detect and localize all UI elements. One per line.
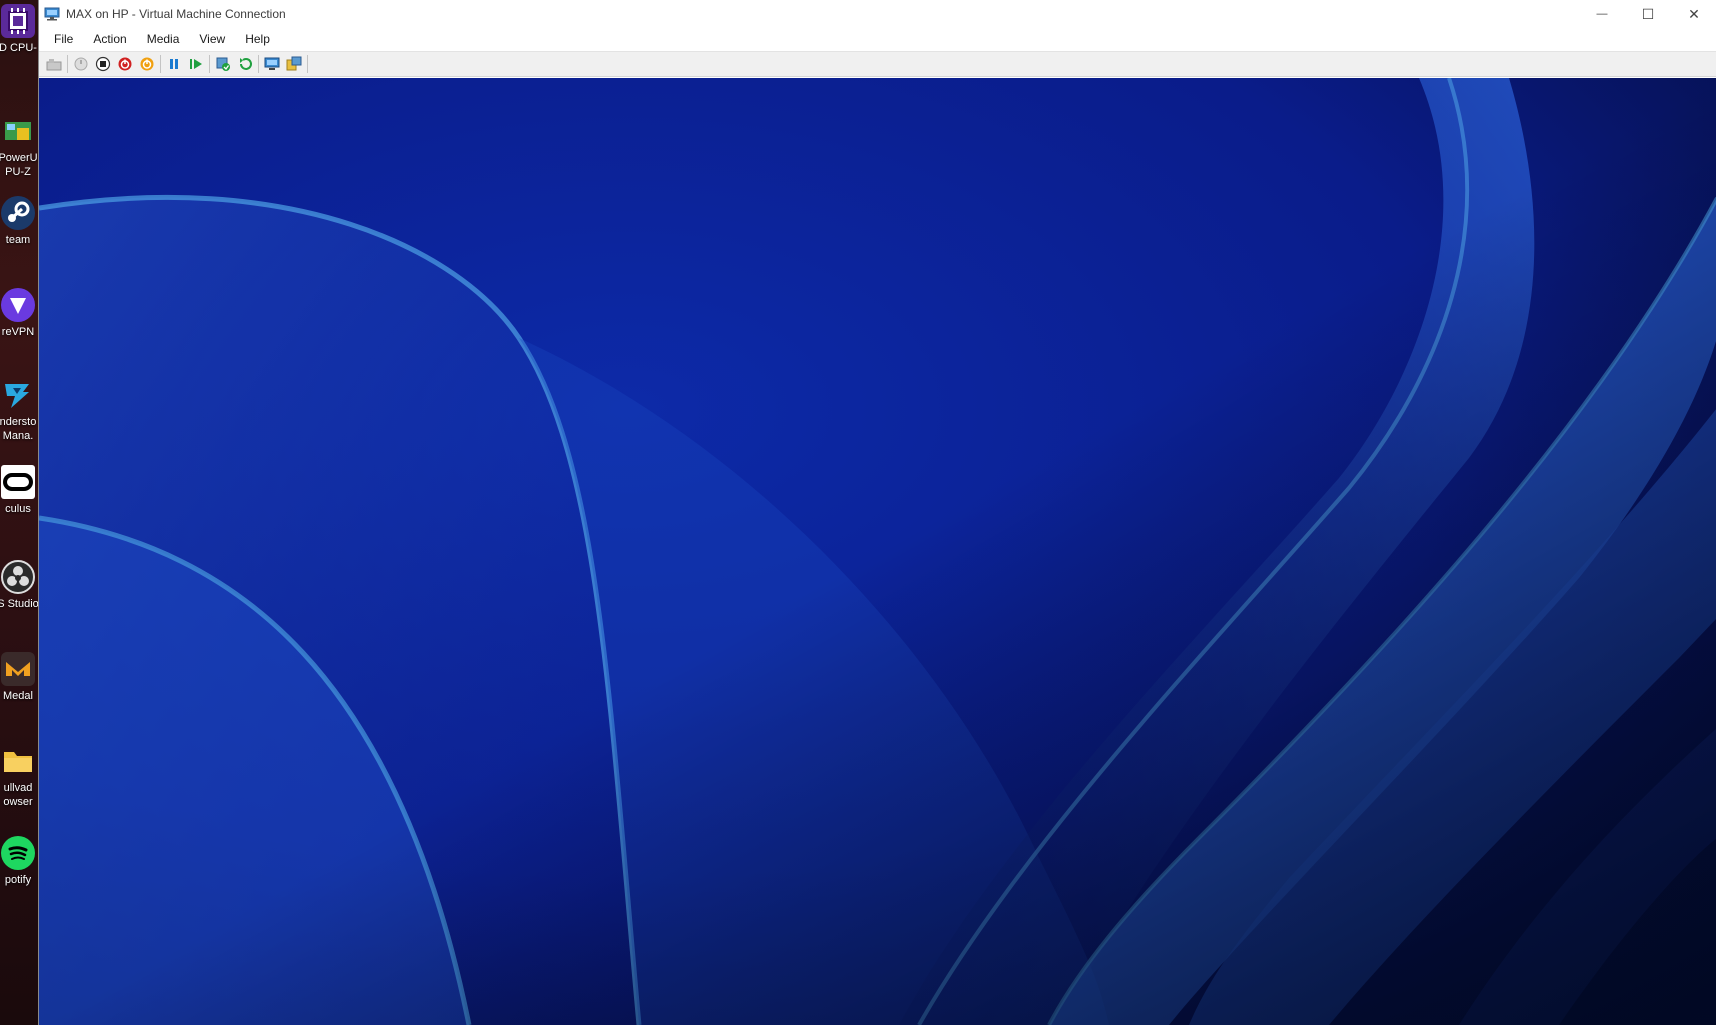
title-bar[interactable]: MAX on HP - Virtual Machine Connection —… [39,0,1716,28]
desktop-icon-label-line2: Mana. [2,430,34,442]
resume-button[interactable] [185,54,207,74]
desktop-icon-label: PowerU [0,152,38,164]
desktop-icon-oculus[interactable]: culus [0,465,38,516]
toolbar-separator [209,55,210,73]
thunderstore-icon [1,378,35,412]
resume-icon [190,59,202,69]
toolbar [39,51,1716,77]
desktop-icon-label: team [5,234,31,246]
menu-bar: File Action Media View Help [39,28,1716,50]
oculus-icon [1,465,35,499]
maximize-button[interactable]: ☐ [1625,0,1671,28]
vm-connection-window: MAX on HP - Virtual Machine Connection —… [38,0,1716,1025]
shut-down-button[interactable] [114,54,136,74]
vm-display[interactable] [39,78,1716,1025]
window-title: MAX on HP - Virtual Machine Connection [66,7,286,21]
menu-file[interactable]: File [39,28,83,50]
desktop-icon-label: S Studio [0,598,38,610]
desktop-icon-label: ndersto [0,416,37,428]
desktop-icon-label: reVPN [1,326,35,338]
start-button[interactable] [70,54,92,74]
menu-view[interactable]: View [189,28,235,50]
mullvad-browser-icon [1,744,35,778]
toolbar-separator [160,55,161,73]
shut-down-icon [118,57,132,71]
desktop-icon-label: culus [5,503,31,515]
enhanced-session-button[interactable] [261,54,283,74]
turn-off-icon [95,56,111,72]
desktop-icon-cpu[interactable]: D CPU- [0,4,38,55]
desktop-icon-obs-studio[interactable]: S Studio [0,560,38,611]
desktop-icon-steam[interactable]: team [0,196,38,247]
start-icon [74,57,88,71]
minimize-button[interactable]: — [1579,0,1625,28]
save-state-icon [140,57,154,71]
vm-connection-icon [44,7,60,21]
desktop-icon-label-line2: owser [3,796,33,808]
desktop-icon-label: Medal [3,690,33,702]
pause-icon [170,59,178,69]
desktop-icon-medal[interactable]: Medal [0,652,38,703]
desktop-icon-spotify[interactable]: potify [0,836,38,887]
desktop-icon-mullvad[interactable]: ullvad owser [0,744,38,809]
toolbar-separator [67,55,68,73]
spotify-icon [1,836,35,870]
desktop-icon-thunderstore[interactable]: ndersto Mana. [0,378,38,443]
menu-media[interactable]: Media [137,28,190,50]
menu-action[interactable]: Action [83,28,136,50]
pause-button[interactable] [163,54,185,74]
revert-icon [240,58,252,70]
menu-help[interactable]: Help [235,28,280,50]
desktop-icon-label: D CPU- [0,42,37,54]
desktop-icon-label: ullvad [3,782,33,794]
desktop-icon-label: potify [4,874,32,886]
desktop-icon-gpu-z[interactable]: PowerU PU-Z [0,114,38,179]
desktop-icon-protonvpn[interactable]: reVPN [0,288,38,339]
gpu-z-icon [1,114,35,148]
toolbar-separator [258,55,259,73]
caption-buttons: — ☐ ✕ [1579,0,1716,28]
enhanced-session-icon [264,57,280,70]
cpu-id-icon [1,4,35,38]
share-button[interactable] [283,54,305,74]
share-icon [286,56,302,71]
toolbar-separator [307,55,308,73]
checkpoint-icon [216,57,230,71]
turn-off-button[interactable] [92,54,114,74]
obs-studio-icon [1,560,35,594]
protonvpn-icon [1,288,35,322]
steam-icon [1,196,35,230]
ctrl-alt-del-icon [46,59,62,71]
desktop-icon-label-line2: PU-Z [5,166,31,178]
revert-button[interactable] [234,54,256,74]
medal-icon [1,652,35,686]
save-state-button[interactable] [136,54,158,74]
checkpoint-button[interactable] [212,54,234,74]
close-button[interactable]: ✕ [1671,0,1716,28]
ctrl-alt-del-button[interactable] [43,54,65,74]
wallpaper [39,78,1716,1025]
host-desktop: D CPU- PowerU PU-Z team reVPN ndersto Ma… [0,0,38,1025]
